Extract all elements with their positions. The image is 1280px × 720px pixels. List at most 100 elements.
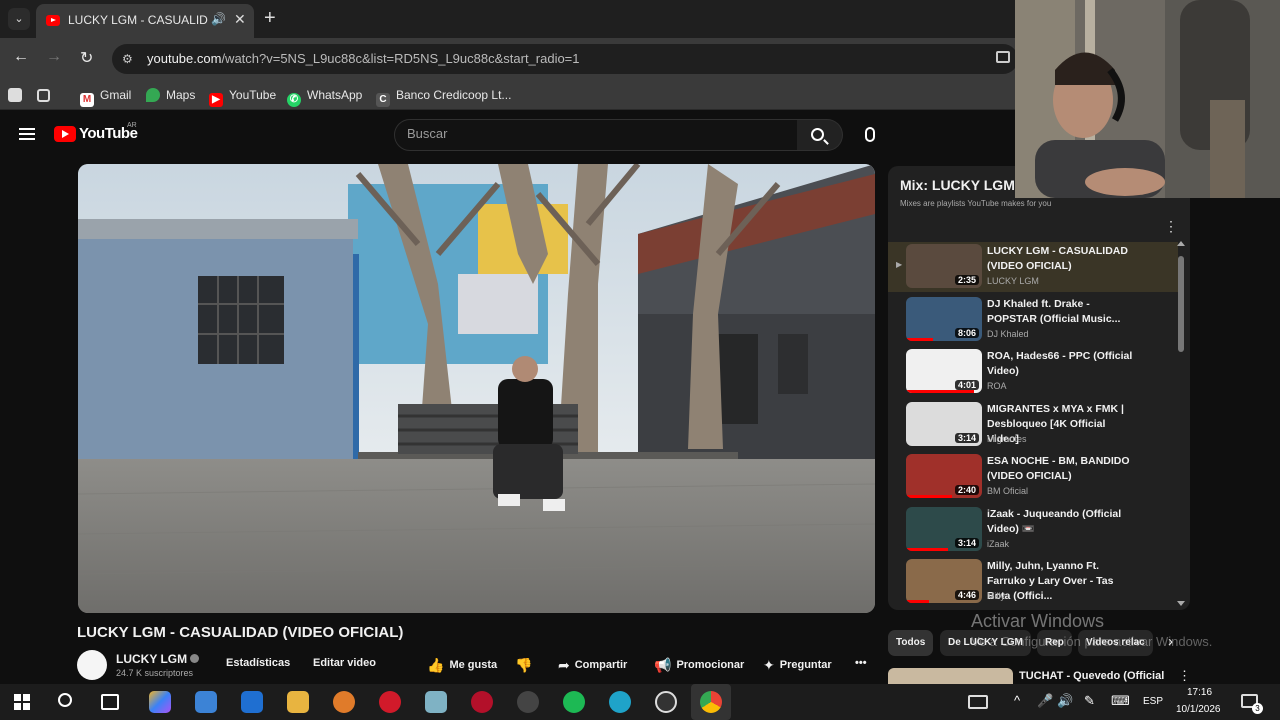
tab-search-chevron-icon[interactable]: ⌄ — [8, 8, 30, 30]
like-button[interactable]: 👍 Me gusta — [427, 657, 497, 674]
video-title: LUCKY LGM - CASUALIDAD (VIDEO OFICIAL) — [77, 624, 404, 641]
install-app-icon[interactable] — [996, 51, 1010, 63]
scroll-down-icon[interactable] — [1177, 601, 1185, 606]
forward-arrow-icon[interactable]: → — [46, 48, 62, 66]
keyboard-layout-icon[interactable] — [968, 695, 988, 709]
share-label: Compartir — [574, 659, 628, 671]
now-playing-marker-icon: ▶ — [896, 260, 903, 269]
playlist-item[interactable]: 8:06 DJ Khaled ft. Drake - POPSTAR (Offic… — [888, 295, 1178, 345]
windows-start-icon[interactable] — [14, 694, 30, 710]
file-explorer-icon[interactable] — [287, 691, 309, 713]
close-tab-icon[interactable]: ✕ — [234, 11, 246, 28]
search-icon — [811, 128, 824, 141]
tray-chevron-icon[interactable]: ^ — [1014, 693, 1020, 708]
network-icon[interactable]: ⌨ — [1111, 693, 1130, 709]
playlist-scrollbar[interactable] — [1177, 241, 1185, 606]
video-player[interactable] — [78, 164, 875, 613]
share-button[interactable]: ➦ Compartir — [558, 657, 627, 674]
back-arrow-icon[interactable]: ← — [13, 48, 29, 66]
menu-hamburger-icon[interactable] — [19, 128, 35, 140]
microphone-icon[interactable] — [865, 127, 875, 142]
credicoop-icon: C — [376, 93, 390, 107]
playlist-item-title: ESA NOCHE - BM, BANDIDO (VIDEO OFICIAL) — [987, 455, 1130, 482]
thumbs-up-icon: 👍 — [427, 657, 445, 673]
subscriber-count: 24.7 K suscriptores — [116, 668, 194, 678]
scroll-up-icon[interactable] — [1177, 241, 1185, 246]
next-video-more-icon[interactable]: ⋮ — [1178, 668, 1191, 684]
speaker-icon[interactable]: 🔊 — [211, 12, 226, 26]
opera-icon[interactable] — [379, 691, 401, 713]
copilot-icon[interactable] — [149, 691, 171, 713]
playlist-item[interactable]: 3:14 MIGRANTES x MYA x FMK | Desbloqueo [… — [888, 400, 1178, 450]
playlist-item-thumbnail[interactable]: 3:14 — [906, 401, 982, 446]
steam-icon[interactable] — [655, 691, 677, 713]
channel-name[interactable]: LUCKY LGM — [116, 652, 200, 666]
bookmark-credicoop[interactable]: C Banco Credicoop Lt... — [376, 86, 511, 107]
url-path: /watch?v=5NS_L9uc88c&list=RD5NS_L9uc88c&… — [221, 51, 580, 66]
search-button[interactable] — [797, 119, 843, 151]
language-indicator[interactable]: ESP — [1143, 696, 1163, 707]
site-settings-icon[interactable]: ⚙ — [122, 52, 133, 66]
edge-icon[interactable] — [609, 691, 631, 713]
dislike-button[interactable]: 👎 — [515, 657, 537, 674]
clock-time[interactable]: 17:16 — [1187, 687, 1212, 698]
next-video-row[interactable]: TUCHAT - Quevedo (Official ⋮ — [888, 666, 1191, 686]
playlist-item[interactable]: 4:46 Milly, Juhn, Lyanno Ft. Farruko y La… — [888, 557, 1178, 607]
url-host: youtube.com — [147, 51, 222, 66]
playlist-item-thumbnail[interactable]: 8:06 — [906, 296, 982, 341]
browser-tab-active[interactable]: LUCKY LGM - CASUALIDAD 🔊 ✕ — [36, 4, 254, 38]
pen-icon[interactable]: ✎ — [1084, 693, 1095, 709]
store-icon[interactable] — [195, 691, 217, 713]
stats-button[interactable]: Estadísticas — [226, 657, 290, 669]
obs-icon[interactable] — [517, 691, 539, 713]
ask-button[interactable]: ✦ Preguntar — [763, 657, 832, 674]
volume-icon[interactable]: 🔊 — [1057, 693, 1073, 709]
notification-count-badge: 3 — [1252, 703, 1263, 714]
fl-studio-icon[interactable] — [333, 691, 355, 713]
playlist-item-channel: BM Oficial — [987, 486, 1029, 496]
microphone-tray-icon[interactable]: 🎤 — [1037, 693, 1053, 709]
share-arrow-icon: ➦ — [558, 657, 570, 673]
playlist-item[interactable]: 2:40 ESA NOCHE - BM, BANDIDO (VIDEO OFICI… — [888, 452, 1178, 502]
playlist-item[interactable]: 3:14 iZaak - Juqueando (Official Video) 📼… — [888, 505, 1178, 555]
verified-badge-icon — [190, 654, 200, 663]
search-input[interactable] — [407, 126, 777, 141]
channel-name-text: LUCKY LGM — [116, 652, 188, 666]
bookmark-checkbox-icon[interactable] — [8, 86, 28, 104]
outlook-icon[interactable] — [241, 691, 263, 713]
playlist-item-thumbnail[interactable]: 4:46 — [906, 559, 982, 603]
address-bar[interactable]: ⚙ youtube.com/watch?v=5NS_L9uc88c&list=R… — [112, 44, 1018, 74]
spotify-icon[interactable] — [563, 691, 585, 713]
playlist-item[interactable]: 4:01 ROA, Hades66 - PPC (Official Video) R… — [888, 347, 1178, 397]
bookmark-maps[interactable]: Maps — [146, 86, 195, 104]
watch-progress-bar — [906, 547, 948, 551]
opera-gx-icon[interactable] — [471, 691, 493, 713]
notepad-icon[interactable] — [425, 691, 447, 713]
edit-video-button[interactable]: Editar video — [313, 657, 376, 669]
chrome-icon[interactable] — [700, 691, 722, 713]
playlist-item[interactable]: ▶ 2:35 LUCKY LGM - CASUALIDAD (VIDEO OFICI… — [888, 242, 1178, 292]
playlist-item-thumbnail[interactable]: 2:40 — [906, 454, 982, 498]
taskbar-search-icon[interactable] — [58, 693, 72, 707]
playlist-item-thumbnail[interactable]: 4:01 — [906, 349, 982, 393]
new-tab-icon[interactable]: + — [264, 7, 276, 29]
task-view-icon[interactable] — [101, 694, 119, 710]
channel-avatar[interactable] — [77, 650, 107, 680]
scrollbar-thumb[interactable] — [1178, 256, 1184, 352]
more-actions-icon[interactable]: ••• — [855, 657, 867, 669]
watch-progress-bar — [906, 495, 952, 498]
playlist-more-icon[interactable]: ⋮ — [1164, 218, 1178, 235]
bookmark-gmail[interactable]: M Gmail — [80, 86, 131, 107]
clock-date[interactable]: 10/1/2026 — [1176, 704, 1221, 715]
bookmark-whatsapp[interactable]: ✆ WhatsApp — [287, 86, 362, 107]
playlist-item-thumbnail[interactable]: 2:35 — [906, 244, 982, 288]
reload-icon[interactable]: ↻ — [80, 48, 93, 68]
apps-grid-icon[interactable] — [37, 86, 56, 104]
playlist-item-title: LUCKY LGM - CASUALIDAD (VIDEO OFICIAL) — [987, 245, 1128, 272]
bookmark-youtube[interactable]: ▶ YouTube — [209, 86, 276, 107]
windows-taskbar: ^ 🎤 🔊 ✎ ⌨ ESP 17:16 10/1/2026 3 — [0, 684, 1280, 720]
playlist-item-thumbnail[interactable]: 3:14 — [906, 506, 982, 551]
promote-button[interactable]: 📢 Promocionar — [654, 657, 744, 674]
chip-all[interactable]: Todos — [888, 630, 934, 656]
video-duration: 8:06 — [954, 327, 979, 338]
